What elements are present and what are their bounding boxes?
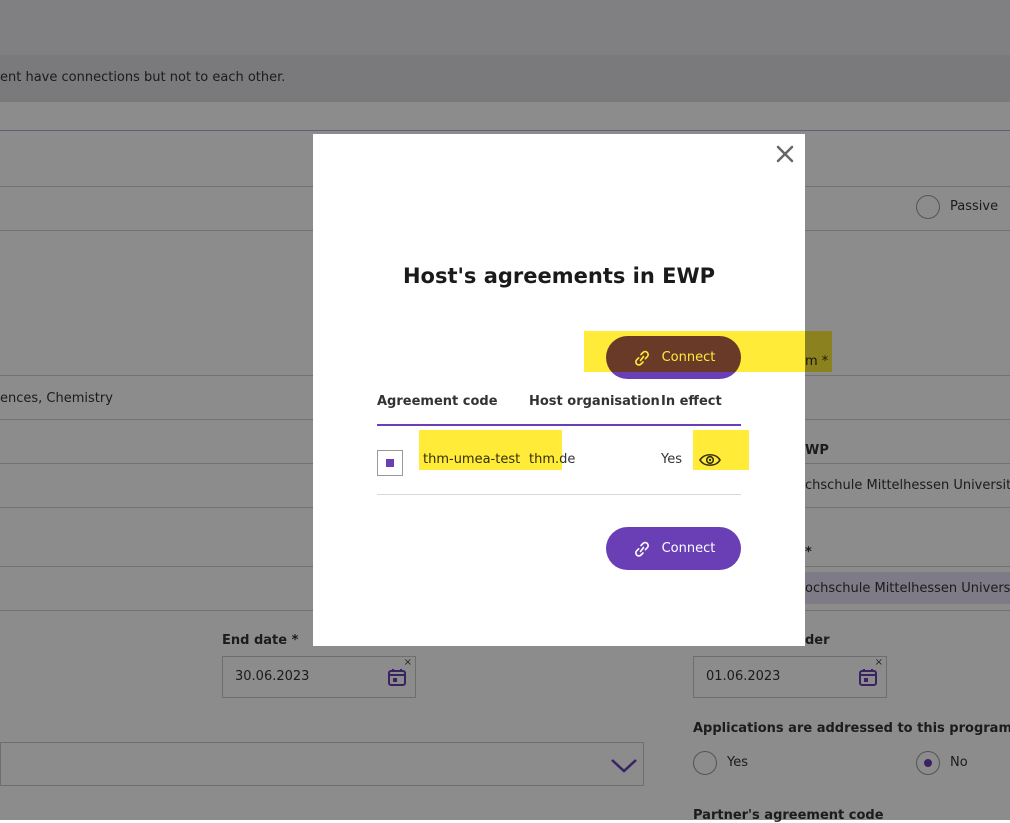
- link-icon: [634, 541, 649, 557]
- connect-label: Connect: [661, 541, 716, 556]
- eye-icon[interactable]: [699, 452, 721, 468]
- connect-button-bottom[interactable]: Connect: [606, 527, 741, 570]
- connect-label: Connect: [661, 350, 716, 365]
- agreements-modal: Host's agreements in EWP Connect Agreeme…: [313, 134, 805, 646]
- agreement-code-cell: thm-umea-test: [423, 452, 521, 467]
- row-select-checkbox[interactable]: [377, 450, 403, 476]
- host-organisation-cell: thm.de: [529, 452, 576, 467]
- in-effect-cell: Yes: [661, 452, 682, 467]
- agreements-table: Agreement code Host organisation In effe…: [377, 384, 741, 495]
- column-header-host-organisation: Host organisation: [529, 394, 660, 409]
- column-header-agreement-code: Agreement code: [377, 394, 498, 409]
- link-icon: [634, 350, 649, 366]
- column-header-in-effect: In effect: [661, 394, 722, 409]
- table-row[interactable]: thm-umea-test thm.de Yes: [377, 426, 741, 495]
- connect-button-top[interactable]: Connect: [606, 336, 741, 379]
- close-icon[interactable]: [773, 142, 797, 166]
- modal-title: Host's agreements in EWP: [402, 264, 716, 288]
- table-header: Agreement code Host organisation In effe…: [377, 384, 741, 426]
